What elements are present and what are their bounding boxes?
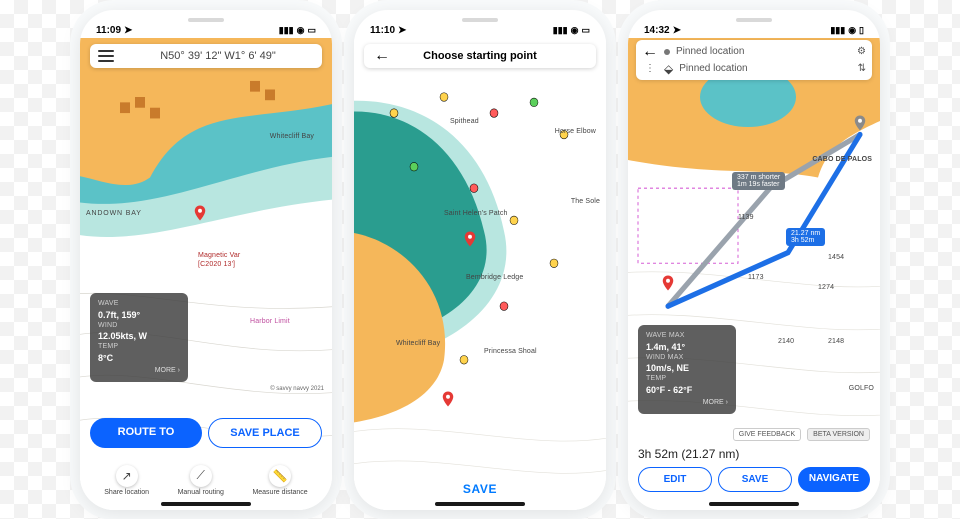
- clock: 14:32: [644, 25, 670, 36]
- home-indicator[interactable]: [435, 502, 525, 506]
- temp-value: 8°C: [98, 352, 180, 364]
- measure-distance-tool[interactable]: 📏 Measure distance: [252, 465, 307, 496]
- phone-3: 14:32➤ ▮▮▮ ◉ ▯ ← Pinned location ⚙ ⋮ ⬙ P…: [628, 10, 880, 510]
- phone-1: 11:09➤ ▮▮▮ ◉ ▭ N50° 39' 12" W1° 6' 49": [80, 10, 332, 510]
- wind-value: 10m/s, NE: [646, 362, 728, 374]
- weather-panel[interactable]: WAVE 0.7ft, 159° WIND 12.05kts, W TEMP 8…: [90, 293, 188, 381]
- sel-route-line2: 3h 52m: [791, 237, 820, 244]
- notch: [699, 10, 809, 28]
- manual-routing-tool[interactable]: ⟋ Manual routing: [178, 465, 224, 496]
- wave-label: WAVE MAX: [646, 331, 728, 340]
- wave-value: 1.4m, 41°: [646, 341, 728, 353]
- save-button[interactable]: SAVE: [718, 467, 792, 492]
- weather-more[interactable]: MORE ›: [646, 398, 728, 407]
- tool-row: ↗ Share location ⟋ Manual routing 📏 Meas…: [80, 465, 332, 496]
- wave-value: 0.7ft, 159°: [98, 309, 180, 321]
- weather-panel[interactable]: WAVE MAX 1.4m, 41° WIND MAX 10m/s, NE TE…: [638, 325, 736, 413]
- edit-button[interactable]: EDIT: [638, 467, 712, 492]
- save-place-button[interactable]: SAVE PLACE: [208, 418, 322, 448]
- notch: [151, 10, 261, 28]
- wind-value: 12.05kts, W: [98, 330, 180, 342]
- attribution: © savvy navvy 2021: [270, 386, 324, 392]
- ruler-icon: 📏: [269, 465, 291, 487]
- tool-label: Share location: [104, 489, 149, 496]
- clock: 11:09: [96, 25, 121, 36]
- battery-icon: ▭: [581, 25, 590, 36]
- wave-label: WAVE: [98, 299, 180, 308]
- wifi-icon: ◉: [297, 25, 305, 36]
- signal-icon: ▮▮▮: [553, 25, 568, 36]
- nautical-chart[interactable]: Spithead Horse Elbow Saint Helen's Patch…: [354, 38, 606, 510]
- swap-icon[interactable]: ⇅: [858, 63, 866, 74]
- status-icons: ▮▮▮ ◉ ▭: [553, 25, 590, 36]
- back-button[interactable]: ←: [374, 48, 390, 64]
- route-summary: 3h 52m (21.27 nm): [638, 447, 870, 461]
- alt-route-line2: 1m 19s faster: [737, 181, 780, 188]
- tool-label: Manual routing: [178, 489, 224, 496]
- settings-icon[interactable]: ⚙: [857, 46, 866, 57]
- nautical-chart[interactable]: Whitecliff Bay ANDOWN BAY Magnetic Var […: [80, 38, 332, 510]
- navigate-button[interactable]: NAVIGATE: [798, 467, 870, 492]
- alt-route-badge[interactable]: 337 m shorter 1m 19s faster: [732, 172, 785, 190]
- temp-label: TEMP: [98, 342, 180, 351]
- route-to-button[interactable]: ROUTE TO: [90, 418, 202, 448]
- header-bar: ← Choose starting point: [364, 44, 596, 68]
- temp-label: TEMP: [646, 374, 728, 383]
- wind-label: WIND: [98, 321, 180, 330]
- wind-label: WIND MAX: [646, 353, 728, 362]
- weather-more[interactable]: MORE ›: [98, 366, 180, 375]
- location-icon: ➤: [673, 25, 681, 36]
- wifi-icon: ◉: [571, 25, 579, 36]
- chart-svg: [354, 38, 606, 510]
- tool-label: Measure distance: [252, 489, 307, 496]
- end-marker-icon: ⬙: [664, 62, 673, 76]
- give-feedback-button[interactable]: GIVE FEEDBACK: [733, 428, 801, 441]
- header-title: Choose starting point: [423, 50, 537, 62]
- nautical-chart[interactable]: CABO DE PALOS GOLFO 1472 1454 1139 1173 …: [628, 38, 880, 510]
- home-indicator[interactable]: [709, 502, 799, 506]
- selected-route-badge[interactable]: 21.27 nm 3h 52m: [786, 228, 825, 246]
- status-icons: ▮▮▮ ◉ ▯: [830, 25, 864, 36]
- location-icon: ➤: [398, 25, 406, 36]
- alt-route-line1: 337 m shorter: [737, 174, 780, 181]
- sel-route-line1: 21.27 nm: [791, 230, 820, 237]
- clock: 11:10: [370, 25, 395, 36]
- share-location-tool[interactable]: ↗ Share location: [104, 465, 149, 496]
- bottom-sheet: GIVE FEEDBACK BETA VERSION 3h 52m (21.27…: [628, 422, 880, 510]
- battery-icon: ▯: [859, 25, 864, 36]
- notch: [425, 10, 535, 28]
- status-icons: ▮▮▮ ◉ ▭: [279, 25, 316, 36]
- menu-icon[interactable]: [98, 50, 114, 62]
- primary-actions: ROUTE TO SAVE PLACE: [90, 418, 322, 448]
- save-button[interactable]: SAVE: [354, 482, 606, 496]
- signal-icon: ▮▮▮: [279, 25, 294, 36]
- location-icon: ➤: [124, 25, 132, 36]
- search-bar[interactable]: N50° 39' 12" W1° 6' 49": [90, 44, 322, 68]
- route-header: ← Pinned location ⚙ ⋮ ⬙ Pinned location …: [636, 40, 872, 80]
- route-icon: ⟋: [190, 465, 212, 487]
- overflow-icon[interactable]: ⋮: [642, 63, 658, 74]
- battery-icon: ▭: [307, 25, 316, 36]
- start-field[interactable]: Pinned location: [676, 46, 851, 57]
- phone-2: 11:10➤ ▮▮▮ ◉ ▭ ← Choose starting point: [354, 10, 606, 510]
- wifi-icon: ◉: [848, 25, 856, 36]
- temp-value: 60°F - 62°F: [646, 384, 728, 396]
- share-icon: ↗: [116, 465, 138, 487]
- back-button[interactable]: ←: [642, 44, 658, 60]
- start-dot-icon: [664, 49, 670, 55]
- coords-field[interactable]: N50° 39' 12" W1° 6' 49": [122, 50, 314, 62]
- signal-icon: ▮▮▮: [830, 25, 845, 36]
- home-indicator[interactable]: [161, 502, 251, 506]
- end-field[interactable]: Pinned location: [679, 63, 851, 74]
- beta-badge: BETA VERSION: [807, 428, 870, 441]
